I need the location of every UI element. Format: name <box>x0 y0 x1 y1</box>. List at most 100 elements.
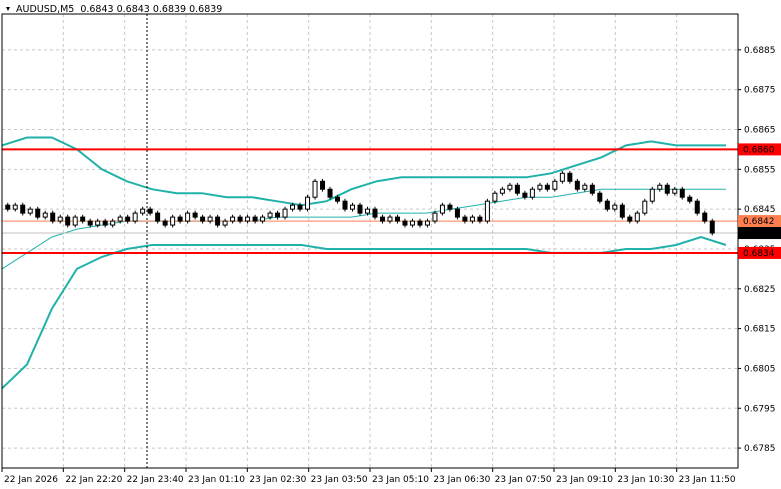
bid-price-label: 0.6839 <box>743 229 775 239</box>
candle-body <box>529 188 535 198</box>
candle-body <box>499 188 505 194</box>
candle-body <box>694 200 700 214</box>
candle-body <box>312 180 318 198</box>
candle-body <box>627 216 633 222</box>
ohlc-values: 0.6843 0.6843 0.6839 0.6839 <box>80 4 222 15</box>
candle-body <box>102 220 108 226</box>
candle-body <box>215 216 221 226</box>
candle-body <box>20 204 26 214</box>
x-tick-label: 22 Jan 2026 <box>4 475 58 485</box>
candle-body <box>230 216 236 222</box>
candle-body <box>402 220 408 226</box>
candle-body <box>147 208 153 214</box>
x-tick-label: 23 Jan 10:30 <box>617 475 674 485</box>
candle-body <box>657 184 663 190</box>
x-tick-label: 23 Jan 07:50 <box>495 475 552 485</box>
candle-body <box>544 184 550 190</box>
candle-body <box>80 216 86 222</box>
candle-body <box>305 196 311 210</box>
candle-body <box>454 208 460 218</box>
candle-body <box>207 216 213 222</box>
candle-body <box>642 200 648 214</box>
candle-body <box>559 172 565 182</box>
candle-body <box>327 188 333 198</box>
symbol-label: AUDUSD,M5 <box>16 4 74 15</box>
candle-body <box>702 212 708 222</box>
candle-body <box>417 220 423 226</box>
candle-body <box>252 216 258 222</box>
x-tick-label: 23 Jan 05:10 <box>372 475 429 485</box>
chart-window[interactable]: 0.68850.68750.68650.68550.68450.68350.68… <box>0 0 781 489</box>
x-tick-label: 22 Jan 23:40 <box>127 475 184 485</box>
candle-body <box>597 192 603 202</box>
candle-body <box>140 208 146 214</box>
candle-body <box>589 184 595 194</box>
candle-body <box>290 204 296 210</box>
candle-body <box>387 216 393 222</box>
candle-body <box>379 216 385 222</box>
candle-body <box>507 184 513 190</box>
candle-body <box>320 180 326 190</box>
candle-body <box>50 212 56 222</box>
candle-body <box>514 184 520 194</box>
y-tick-label: 0.6885 <box>744 46 776 56</box>
candle-body <box>185 212 191 222</box>
candle-body <box>619 204 625 218</box>
candle-body <box>492 192 498 202</box>
candle-body <box>672 188 678 194</box>
y-tick-label: 0.6825 <box>744 285 776 295</box>
candle-body <box>582 184 588 190</box>
candle-body <box>222 220 228 226</box>
x-tick-label: 23 Jan 09:10 <box>556 475 613 485</box>
candle-body <box>177 216 183 222</box>
candle-body <box>432 212 438 222</box>
candle-body <box>469 216 475 222</box>
candle-body <box>260 216 266 222</box>
candle-body <box>162 220 168 226</box>
candle-body <box>192 212 198 218</box>
candle-body <box>282 208 288 218</box>
current-price-label: 0.6842 <box>743 217 775 227</box>
candle-body <box>522 192 528 198</box>
level-tag-label: 0.6834 <box>743 249 775 259</box>
candle-body <box>42 212 48 218</box>
candle-body <box>155 212 161 222</box>
candle-body <box>709 220 715 234</box>
candle-body <box>72 216 78 226</box>
candle-body <box>12 204 18 210</box>
y-tick-label: 0.6795 <box>744 404 776 414</box>
candle-body <box>125 216 131 222</box>
price-chart[interactable]: 0.68850.68750.68650.68550.68450.68350.68… <box>0 0 781 489</box>
candle-body <box>297 204 303 210</box>
x-tick-label: 23 Jan 03:50 <box>311 475 368 485</box>
y-tick-label: 0.6785 <box>744 444 776 454</box>
candle-body <box>679 188 685 198</box>
candle-body <box>447 204 453 210</box>
candle-body <box>574 180 580 190</box>
y-tick-label: 0.6875 <box>744 86 776 96</box>
candle-body <box>87 220 93 226</box>
y-tick-label: 0.6805 <box>744 364 776 374</box>
candle-body <box>567 172 573 182</box>
candle-body <box>477 216 483 222</box>
candle-body <box>132 212 138 222</box>
y-tick-label: 0.6815 <box>744 325 776 335</box>
candle-body <box>649 188 655 202</box>
x-tick-label: 23 Jan 11:50 <box>679 475 736 485</box>
chart-background <box>0 0 781 489</box>
candle-body <box>372 208 378 218</box>
candle-body <box>357 204 363 214</box>
candle-body <box>342 200 348 210</box>
candle-body <box>350 204 356 210</box>
x-tick-label: 23 Jan 06:30 <box>433 475 490 485</box>
candle-body <box>462 216 468 222</box>
candle-body <box>612 204 618 210</box>
candle-body <box>267 212 273 218</box>
candle-body <box>664 184 670 194</box>
candle-body <box>604 200 610 210</box>
x-tick-label: 22 Jan 22:20 <box>65 475 122 485</box>
candle-body <box>439 204 445 214</box>
candle-body <box>394 216 400 222</box>
candle-body <box>634 212 640 222</box>
y-tick-label: 0.6855 <box>744 165 776 175</box>
